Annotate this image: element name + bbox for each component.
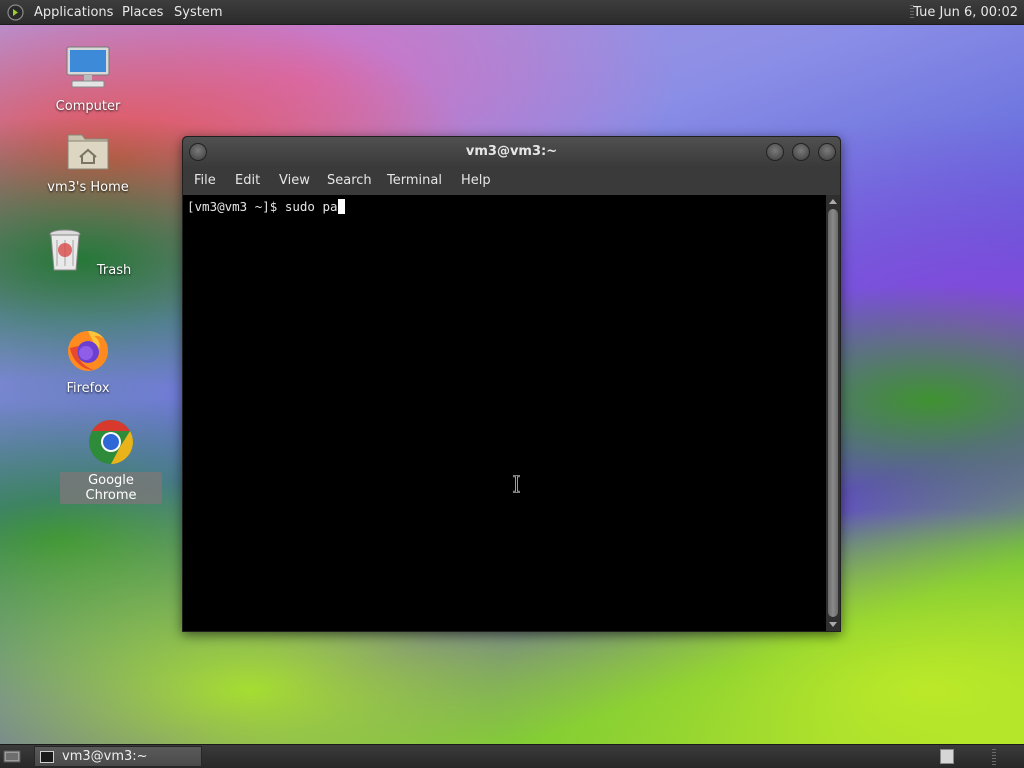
trash-icon bbox=[49, 229, 81, 271]
show-desktop-icon[interactable] bbox=[3, 748, 21, 765]
terminal-prompt: [vm3@vm3 ~]$ bbox=[187, 199, 285, 214]
terminal-typed-command: sudo pa bbox=[284, 199, 338, 214]
menu-file[interactable]: File bbox=[194, 167, 216, 195]
taskbar-item-terminal[interactable]: vm3@vm3:~ bbox=[34, 746, 202, 767]
close-button[interactable] bbox=[818, 143, 836, 161]
maximize-button[interactable] bbox=[792, 143, 810, 161]
computer-icon bbox=[66, 46, 110, 88]
home-folder-icon bbox=[67, 134, 109, 170]
window-title: vm3@vm3:~ bbox=[465, 144, 558, 159]
terminal-output-area[interactable]: [vm3@vm3 ~]$ sudo pa bbox=[183, 195, 827, 631]
mouse-ibeam-cursor-icon bbox=[513, 475, 520, 493]
desktop-icon-label: Trash bbox=[96, 263, 132, 278]
minimize-button[interactable] bbox=[766, 143, 784, 161]
desktop-icon-home[interactable]: vm3's Home bbox=[38, 125, 138, 196]
terminal-prompt-line: [vm3@vm3 ~]$ sudo pa bbox=[187, 199, 345, 214]
desktop-icon-firefox[interactable]: Firefox bbox=[38, 326, 138, 397]
menu-help[interactable]: Help bbox=[461, 167, 491, 195]
desktop-icon-label: vm3's Home bbox=[47, 180, 129, 195]
terminal-scrollbar[interactable] bbox=[826, 195, 840, 631]
scrollbar-thumb[interactable] bbox=[828, 209, 838, 617]
workspace-switcher[interactable] bbox=[940, 749, 954, 764]
terminal-icon bbox=[40, 751, 54, 763]
applications-menu[interactable]: Applications bbox=[34, 0, 113, 25]
text-cursor bbox=[337, 199, 345, 214]
clock[interactable]: Tue Jun 6, 00:02 bbox=[913, 0, 1018, 25]
desktop-icon-label: Computer bbox=[55, 99, 121, 114]
window-titlebar[interactable]: vm3@vm3:~ bbox=[183, 137, 840, 167]
taskbar-item-label: vm3@vm3:~ bbox=[62, 749, 148, 764]
firefox-icon bbox=[68, 331, 108, 371]
desktop-icon-label: Firefox bbox=[66, 381, 110, 396]
menu-view[interactable]: View bbox=[279, 167, 310, 195]
menu-edit[interactable]: Edit bbox=[235, 167, 260, 195]
system-menu[interactable]: System bbox=[174, 0, 222, 25]
desktop-icon-chrome[interactable]: Google Chrome bbox=[60, 418, 162, 504]
places-menu[interactable]: Places bbox=[122, 0, 163, 25]
bottom-panel: vm3@vm3:~ bbox=[0, 744, 1024, 768]
desktop-icon-trash[interactable]: Trash bbox=[38, 226, 138, 279]
terminal-window[interactable]: vm3@vm3:~ File Edit View Search Terminal… bbox=[182, 136, 841, 632]
applications-menu-icon[interactable] bbox=[7, 4, 24, 21]
panel-separator bbox=[992, 749, 996, 765]
desktop-icon-label: Google Chrome bbox=[60, 472, 162, 504]
menu-search[interactable]: Search bbox=[327, 167, 372, 195]
top-panel: Applications Places System Tue Jun 6, 00… bbox=[0, 0, 1024, 25]
menu-terminal[interactable]: Terminal bbox=[387, 167, 442, 195]
desktop-icon-computer[interactable]: Computer bbox=[38, 44, 138, 115]
scroll-down-arrow-icon[interactable] bbox=[829, 622, 837, 627]
chrome-icon bbox=[89, 420, 133, 464]
scroll-up-arrow-icon[interactable] bbox=[829, 199, 837, 204]
terminal-menubar: File Edit View Search Terminal Help bbox=[183, 167, 840, 195]
